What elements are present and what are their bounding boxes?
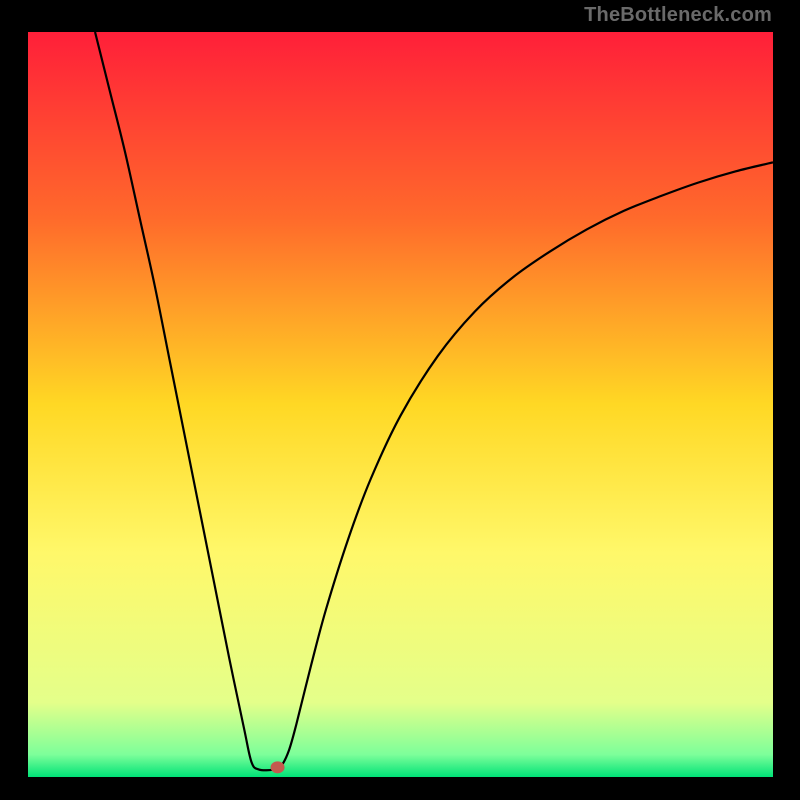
chart-canvas [28, 32, 773, 777]
chart-frame: TheBottleneck.com [0, 0, 800, 800]
minimum-marker [271, 761, 285, 773]
watermark-text: TheBottleneck.com [584, 4, 772, 27]
chart-background [28, 32, 773, 777]
